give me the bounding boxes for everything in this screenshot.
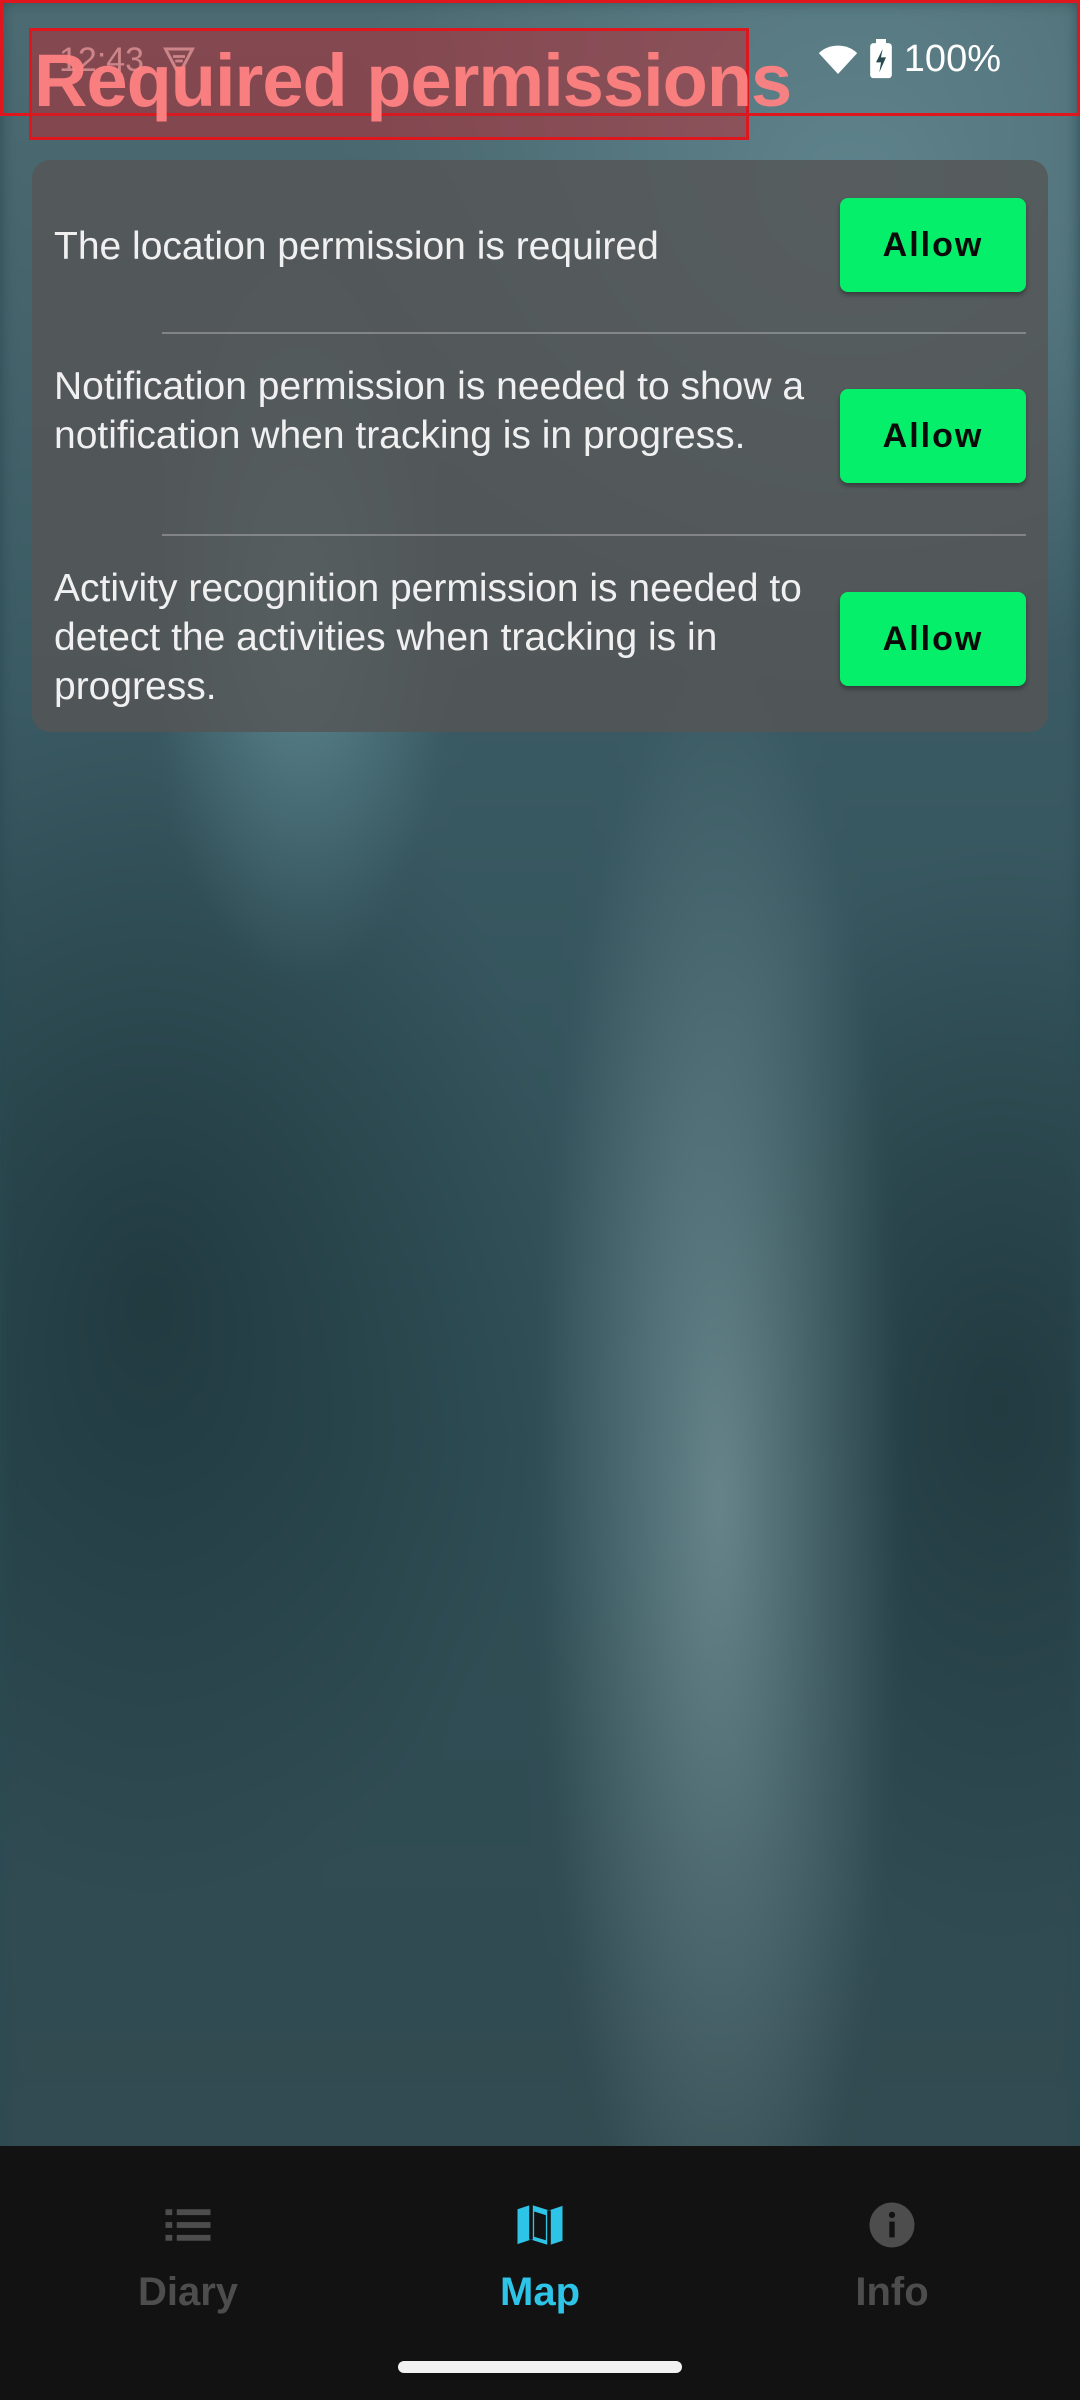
allow-activity-button[interactable]: Allow	[840, 592, 1026, 686]
page-title: Required permissions	[34, 39, 792, 122]
battery-charging-icon	[869, 39, 892, 79]
status-indicators: 100%	[818, 37, 1001, 81]
permission-row-activity: Activity recognition permission is neede…	[32, 534, 1048, 732]
map-icon	[517, 2204, 563, 2246]
home-indicator[interactable]	[398, 2361, 682, 2373]
permission-row-notification: Notification permission is needed to sho…	[32, 332, 1048, 532]
nav-item-info[interactable]: Info	[712, 2176, 1072, 2316]
info-icon	[869, 2202, 915, 2248]
wifi-icon	[818, 45, 857, 74]
nav-item-diary[interactable]: Diary	[8, 2176, 368, 2316]
allow-location-button[interactable]: Allow	[840, 198, 1026, 292]
nav-label-info: Info	[855, 2270, 929, 2314]
nav-label-map: Map	[500, 2270, 580, 2314]
permission-row-location: The location permission is required Allo…	[32, 160, 1048, 330]
permission-text: Activity recognition permission is neede…	[54, 567, 802, 708]
battery-percentage: 100%	[903, 37, 1001, 80]
nav-item-map[interactable]: Map	[360, 2176, 720, 2316]
list-icon	[165, 2209, 211, 2241]
permissions-card: The location permission is required Allo…	[32, 160, 1048, 732]
nav-label-diary: Diary	[137, 2270, 239, 2314]
permission-text: The location permission is required	[54, 225, 659, 268]
allow-notification-button[interactable]: Allow	[840, 389, 1026, 483]
permission-text: Notification permission is needed to sho…	[54, 365, 805, 457]
